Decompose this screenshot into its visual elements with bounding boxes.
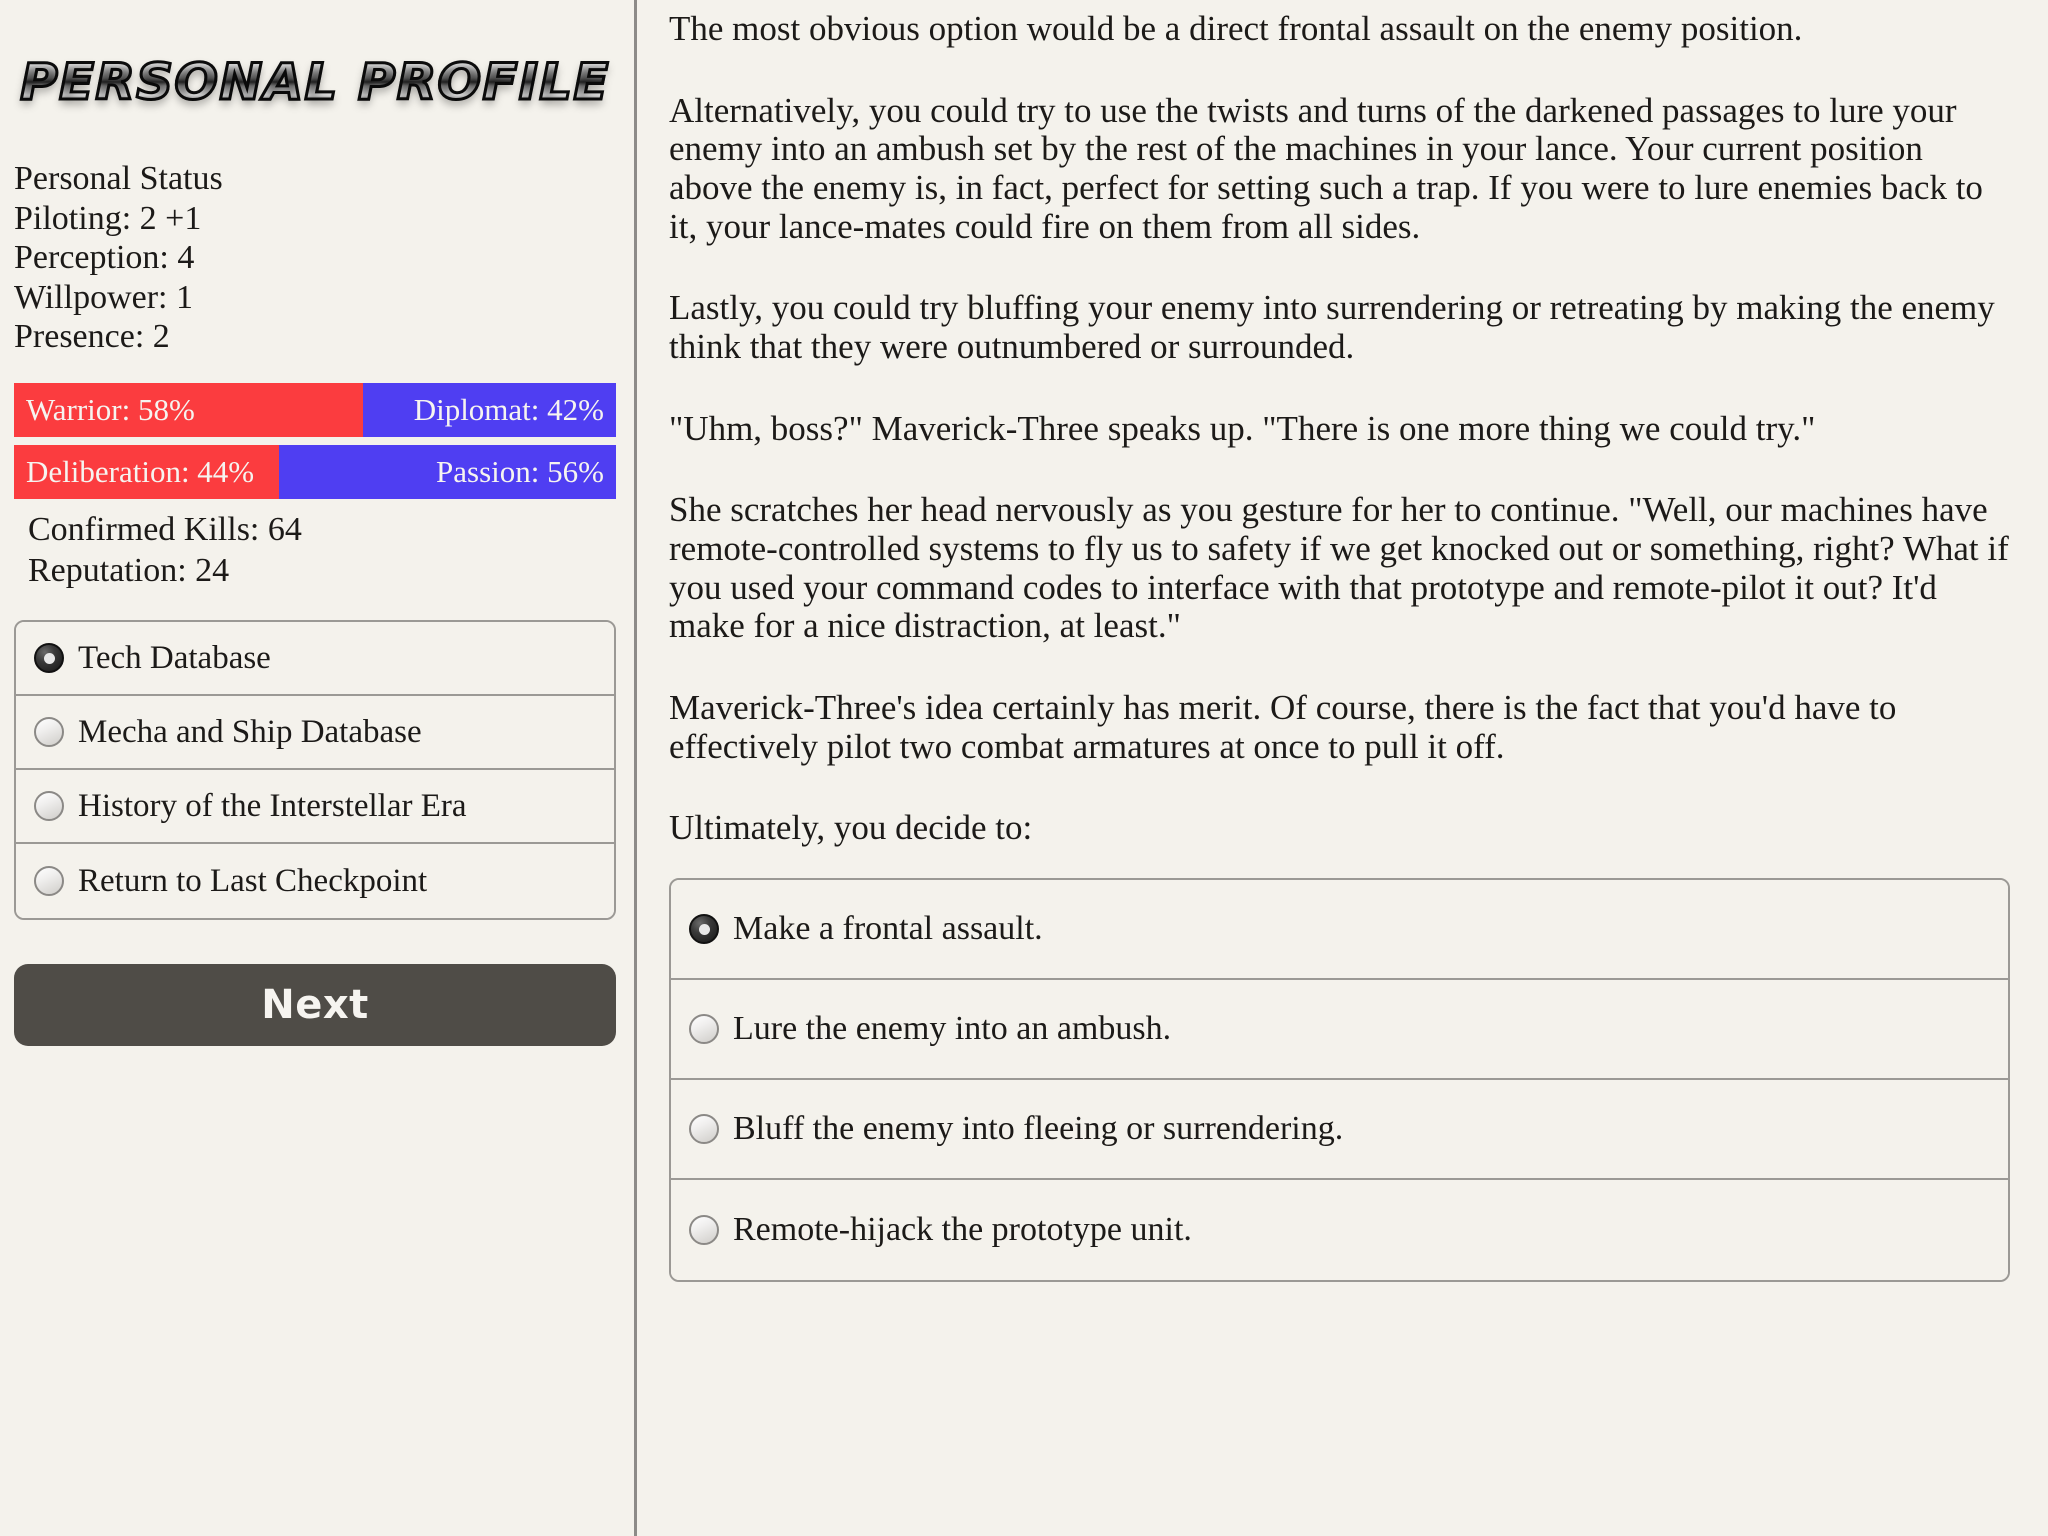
counts-block: Confirmed Kills: 64 Reputation: 24 [14,511,616,591]
next-button-wrap: Next [14,964,616,1047]
radio-unselected-icon[interactable] [34,791,64,822]
bar-segment-deliberation: Deliberation: 44% [14,444,279,499]
radio-unselected-icon[interactable] [689,1114,719,1145]
radio-unselected-icon[interactable] [34,866,64,897]
sidebar-item-history-of-the-interstellar-era[interactable]: History of the Interstellar Era [16,770,614,845]
personal-profile-title: Personal Profile [19,53,610,111]
radio-unselected-icon[interactable] [689,1014,719,1045]
radio-selected-icon[interactable] [34,643,64,674]
app-root: Personal Profile Personal Status Pilotin… [0,0,2048,1536]
choice-remote-hijack-the-prototype-unit[interactable]: Remote-hijack the prototype unit. [671,1180,2008,1281]
sidebar-item-label: Tech Database [78,640,271,677]
radio-selected-icon[interactable] [689,914,719,945]
personal-status-heading: Personal Status [14,160,223,197]
bar-label-diplomat: Diplomat: 42% [413,391,604,427]
next-button[interactable]: Next [14,964,616,1047]
personal-profile-logo: Personal Profile [14,0,616,148]
bar-label-warrior: Warrior: 58% [26,391,195,427]
choice-bluff-the-enemy-into-fleeing-or-surrendering[interactable]: Bluff the enemy into fleeing or surrende… [671,1080,2008,1181]
radio-unselected-icon[interactable] [34,717,64,748]
bar-segment-passion: Passion: 56% [278,444,616,499]
choice-label: Bluff the enemy into fleeing or surrende… [733,1110,1344,1148]
sidebar-item-label: Return to Last Checkpoint [78,863,428,900]
choice-label: Make a frontal assault. [733,910,1043,948]
choice-list-panel: Make a frontal assault. Lure the enemy i… [669,878,2010,1283]
bar-label-passion: Passion: 56% [436,453,604,489]
sidebar-item-return-to-last-checkpoint[interactable]: Return to Last Checkpoint [16,844,614,919]
story-paragraph: Maverick-Three's idea certainly has meri… [669,688,1897,766]
stat-piloting: Piloting: 2 +1 [14,199,202,237]
bar-segment-warrior: Warrior: 58% [14,382,364,437]
confirmed-kills-line: Confirmed Kills: 64 [28,510,302,548]
sidebar-item-tech-database[interactable]: Tech Database [16,622,614,697]
bar-label-deliberation: Deliberation: 44% [26,453,255,489]
choice-lure-the-enemy-into-an-ambush[interactable]: Lure the enemy into an ambush. [671,980,2008,1081]
story-paragraph: The most obvious option would be a direc… [669,9,1803,48]
story-pane: The most obvious option would be a direc… [637,0,2048,1536]
story-paragraph: Lastly, you could try bluffing your enem… [669,288,1995,367]
choice-label: Remote-hijack the prototype unit. [733,1211,1192,1249]
personal-profile-sidebar: Personal Profile Personal Status Pilotin… [0,0,637,1536]
radio-unselected-icon[interactable] [689,1215,719,1246]
bar-deliberation-passion: Deliberation: 44% Passion: 56% [14,444,616,499]
opposed-stat-bars: Warrior: 58% Diplomat: 42% Deliberation:… [14,382,616,499]
sidebar-item-label: History of the Interstellar Era [78,788,467,825]
story-paragraph: She scratches her head nervously as you … [669,490,2009,646]
sidebar-item-label: Mecha and Ship Database [78,714,422,751]
choice-prompt: Ultimately, you decide to: [669,808,1033,848]
stat-willpower: Willpower: 1 [14,278,193,316]
story-paragraph: "Uhm, boss?" Maverick-Three speaks up. "… [669,408,1816,448]
choice-make-a-frontal-assault[interactable]: Make a frontal assault. [671,880,2008,981]
reputation-line: Reputation: 24 [28,551,230,589]
sidebar-item-mecha-and-ship-database[interactable]: Mecha and Ship Database [16,696,614,771]
stat-presence: Presence: 2 [14,318,170,356]
bar-warrior-diplomat: Warrior: 58% Diplomat: 42% [14,382,616,437]
choice-label: Lure the enemy into an ambush. [733,1010,1172,1048]
stat-perception: Perception: 4 [14,239,195,277]
personal-status-block: Personal Status Piloting: 2 +1 Perceptio… [14,160,616,357]
bar-segment-diplomat: Diplomat: 42% [363,382,616,437]
story-paragraph: Alternatively, you could try to use the … [669,90,1983,246]
database-menu-panel: Tech Database Mecha and Ship Database Hi… [14,620,616,921]
